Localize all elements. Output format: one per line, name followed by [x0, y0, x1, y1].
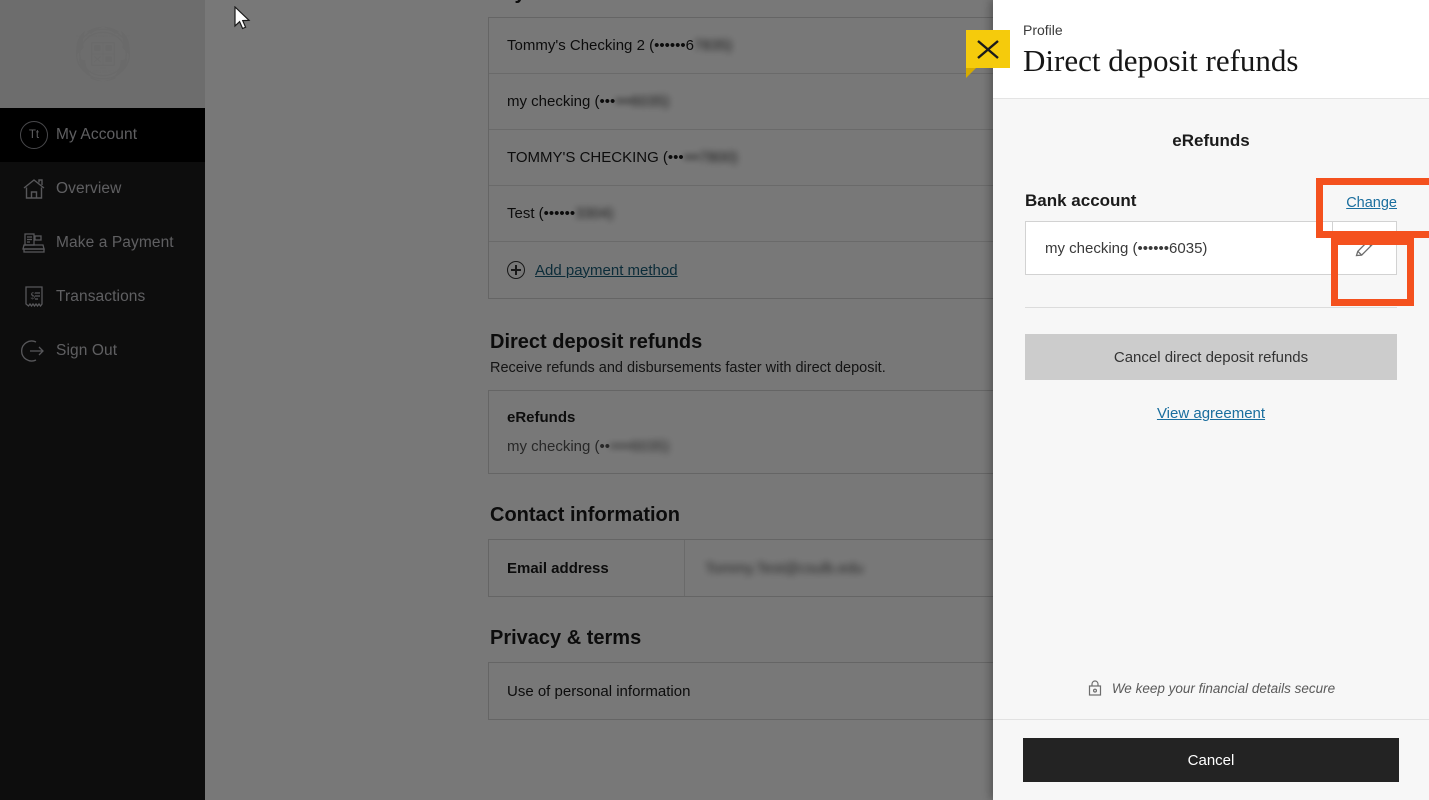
- bank-account-value: my checking (••••••6035): [1045, 239, 1208, 257]
- sidebar-item-my-account[interactable]: Tt My Account: [0, 108, 205, 162]
- bank-account-field-header: Bank account Change: [1025, 185, 1397, 211]
- cash-register-icon: [12, 225, 56, 261]
- close-panel-button[interactable]: [966, 30, 1010, 78]
- panel-divider: [1025, 307, 1397, 309]
- payment-method-label: TOMMY'S CHECKING (•••: [507, 149, 684, 166]
- sidebar-item-make-a-payment[interactable]: Make a Payment: [0, 216, 205, 270]
- direct-deposit-refunds-panel: Profile Direct deposit refunds eRefunds …: [993, 0, 1429, 800]
- panel-body: eRefunds Bank account Change my checking…: [993, 99, 1429, 719]
- erefunds-heading: eRefunds: [1172, 131, 1250, 151]
- sidebar: LONG BEACH 1949 CALIFORNIA STATE UNIVERS…: [0, 0, 205, 800]
- add-payment-method-link[interactable]: Add payment method: [535, 262, 678, 279]
- sidebar-item-transactions[interactable]: $ Transactions: [0, 270, 205, 324]
- mouse-cursor: [234, 5, 252, 37]
- avatar-initials: Tt: [20, 121, 48, 149]
- change-bank-account-link[interactable]: Change: [1346, 195, 1397, 211]
- sidebar-item-label: Transactions: [56, 288, 146, 305]
- panel-footer: Cancel: [993, 719, 1429, 800]
- receipt-dollar-icon: $: [12, 279, 56, 315]
- cancel-direct-deposit-refunds-button[interactable]: Cancel direct deposit refunds: [1025, 334, 1397, 381]
- payment-method-label: my checking (•••: [507, 93, 616, 110]
- bank-account-input[interactable]: my checking (••••••6035): [1025, 221, 1397, 276]
- payment-method-label: Test (••••••: [507, 205, 576, 222]
- plus-circle-icon: [507, 261, 525, 279]
- cancel-button[interactable]: Cancel: [1023, 738, 1399, 782]
- privacy-row-label: Use of personal information: [507, 682, 691, 700]
- security-note-text: We keep your financial details secure: [1111, 680, 1336, 696]
- breadcrumb: Profile: [1023, 22, 1063, 38]
- email-address-label: Email address: [489, 540, 685, 596]
- view-agreement-link[interactable]: View agreement: [1025, 405, 1397, 422]
- sidebar-item-label: Overview: [56, 180, 122, 197]
- bank-account-label: Bank account: [1025, 191, 1137, 211]
- email-address-value: Tommy.Test@csulb.edu: [705, 559, 864, 577]
- sidebar-item-overview[interactable]: Overview: [0, 162, 205, 216]
- security-note: We keep your financial details secure: [993, 679, 1429, 697]
- avatar: Tt: [12, 117, 56, 153]
- sidebar-item-label: Sign Out: [56, 342, 118, 359]
- page-title: Direct deposit refunds: [1023, 43, 1299, 78]
- sidebar-item-sign-out[interactable]: Sign Out: [0, 324, 205, 378]
- edit-bank-account-button[interactable]: [1332, 222, 1396, 275]
- sign-out-icon: [12, 333, 56, 369]
- sidebar-item-label: My Account: [56, 126, 138, 143]
- logo-area-scrim: [0, 0, 205, 108]
- sidebar-item-label: Make a Payment: [56, 234, 174, 251]
- panel-header: Profile Direct deposit refunds: [993, 0, 1429, 100]
- home-icon: [12, 171, 56, 207]
- payment-method-label: Tommy's Checking 2 (••••••6: [507, 37, 694, 54]
- pencil-edit-icon: [1355, 239, 1373, 257]
- svg-text:$: $: [31, 291, 36, 301]
- lock-icon: [1088, 680, 1101, 696]
